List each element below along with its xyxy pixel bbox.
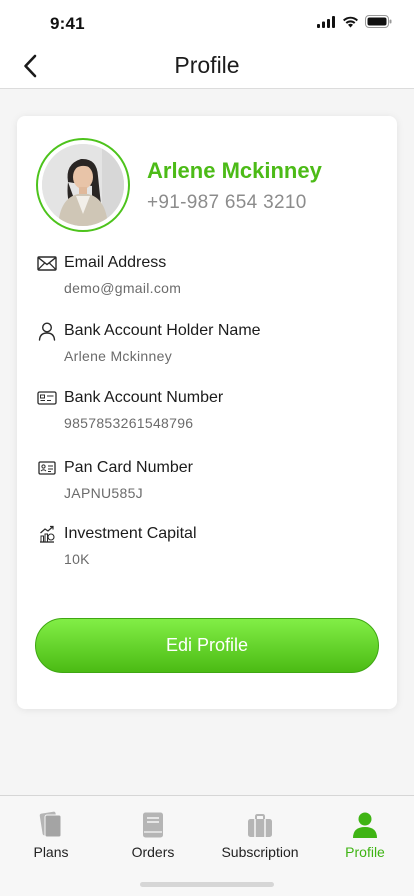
avatar xyxy=(36,138,130,232)
id-card-icon xyxy=(36,458,58,478)
plans-icon xyxy=(1,810,101,838)
investment-value: 10K xyxy=(64,551,90,567)
account-number-label: Bank Account Number xyxy=(64,389,224,406)
home-indicator xyxy=(140,882,274,887)
status-time: 9:41 xyxy=(50,14,85,33)
pan-card-label: Pan Card Number xyxy=(64,459,193,476)
status-bar: 9:41 xyxy=(0,0,414,44)
pan-card-value: JAPNU585J xyxy=(64,485,143,501)
briefcase-icon xyxy=(210,810,310,838)
tab-orders-label: Orders xyxy=(131,844,175,860)
battery-icon xyxy=(365,15,392,28)
orders-icon xyxy=(103,810,203,838)
cellular-signal-icon xyxy=(317,15,335,28)
tab-subscription-label: Subscription xyxy=(221,844,299,860)
status-icons xyxy=(317,15,392,28)
profile-name: Arlene Mckinney xyxy=(147,158,322,183)
person-icon xyxy=(315,810,414,838)
edit-profile-button[interactable]: Edi Profile xyxy=(35,618,379,673)
bank-card-icon xyxy=(36,388,58,408)
user-icon xyxy=(36,321,58,341)
investment-icon xyxy=(36,524,58,544)
tab-profile[interactable]: Profile xyxy=(315,810,414,862)
mail-icon xyxy=(36,253,58,273)
wifi-icon xyxy=(343,16,358,27)
tab-orders[interactable]: Orders xyxy=(103,810,203,862)
email-label: Email Address xyxy=(64,254,167,271)
account-holder-value: Arlene Mckinney xyxy=(64,348,172,364)
email-value: demo@gmail.com xyxy=(64,280,182,296)
page-title: Profile xyxy=(174,52,240,78)
nav-bar: Profile xyxy=(0,44,414,89)
account-number-value: 9857853261548796 xyxy=(64,415,194,431)
investment-label: Investment Capital xyxy=(64,525,197,542)
tab-subscription[interactable]: Subscription xyxy=(210,810,310,862)
profile-card: Arlene Mckinney +91-987 654 3210 Email A… xyxy=(17,116,397,709)
tab-plans[interactable]: Plans xyxy=(1,810,101,862)
avatar-photo xyxy=(42,144,124,226)
tab-plans-label: Plans xyxy=(33,844,69,860)
account-holder-label: Bank Account Holder Name xyxy=(64,322,261,339)
profile-phone: +91-987 654 3210 xyxy=(147,192,307,213)
tab-bar: Plans Orders Subscription Profile xyxy=(0,795,414,896)
tab-profile-label: Profile xyxy=(345,844,385,860)
